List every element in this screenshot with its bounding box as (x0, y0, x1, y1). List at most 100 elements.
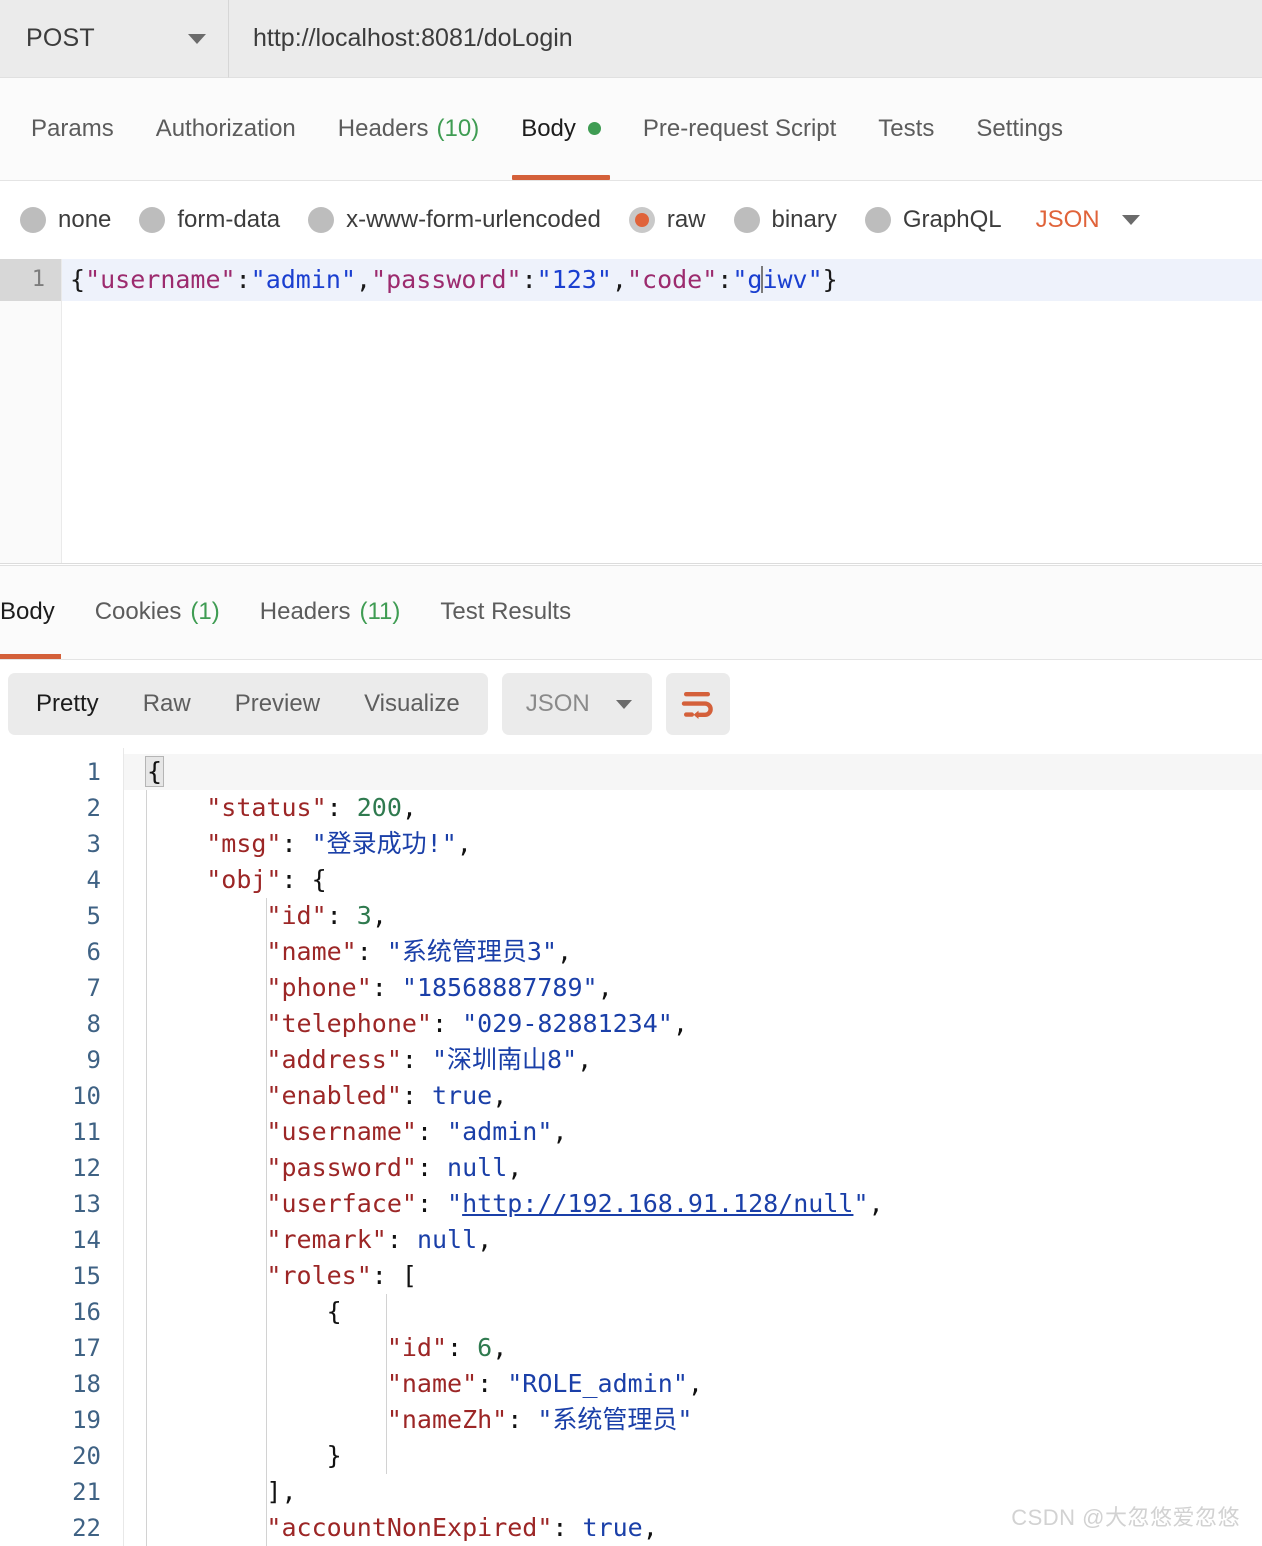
response-line-number: 21 (0, 1474, 123, 1510)
response-body-viewer[interactable]: 12345678910111213141516171819202122 { "s… (0, 748, 1262, 1546)
body-type-x-www-form-urlencoded[interactable]: x-www-form-urlencoded (308, 206, 601, 234)
response-line-number: 15 (0, 1258, 123, 1294)
response-token (146, 1477, 266, 1506)
response-code-area[interactable]: { "status": 200, "msg": "登录成功!", "obj": … (124, 748, 1262, 1546)
response-code-line: } (124, 1438, 1262, 1474)
response-token: "029-82881234" (462, 1009, 673, 1038)
request-tab-authorization[interactable]: Authorization (135, 77, 317, 180)
response-format-label: JSON (526, 690, 590, 718)
response-token: "obj" (206, 865, 281, 894)
response-token: [ (402, 1261, 417, 1290)
url-input-wrapper[interactable]: http://localhost:8081/doLogin (229, 0, 1262, 78)
response-view-visualize[interactable]: Visualize (342, 673, 482, 735)
radio-button-icon[interactable] (629, 207, 655, 233)
response-token: "accountNonExpired" (266, 1513, 552, 1542)
postman-request-response-pane: POST http://localhost:8081/doLogin Param… (0, 0, 1262, 1546)
response-token: "msg" (206, 829, 281, 858)
response-token: , (688, 1369, 703, 1398)
word-wrap-button[interactable] (666, 673, 730, 735)
response-line-number: 22 (0, 1510, 123, 1546)
request-editor-gutter: 1 (0, 259, 62, 563)
chevron-down-icon (616, 700, 632, 709)
url-input[interactable]: http://localhost:8081/doLogin (253, 24, 573, 53)
response-token (146, 1261, 266, 1290)
radio-button-icon[interactable] (308, 207, 334, 233)
response-token: : (372, 973, 402, 1002)
body-type-none[interactable]: none (20, 206, 111, 234)
response-token: , (557, 937, 572, 966)
word-wrap-icon (681, 689, 715, 719)
response-view-preview[interactable]: Preview (213, 673, 342, 735)
response-token: , (643, 1513, 658, 1542)
request-tab-tests[interactable]: Tests (857, 77, 955, 180)
response-token: : (281, 865, 311, 894)
body-type-binary[interactable]: binary (734, 206, 837, 234)
response-token (146, 1153, 266, 1182)
response-tab-headers[interactable]: Headers(11) (240, 564, 421, 659)
response-token (146, 829, 206, 858)
request-tab-headers[interactable]: Headers(10) (317, 77, 500, 180)
response-token: : (327, 901, 357, 930)
body-format-dropdown[interactable]: JSON (1036, 206, 1140, 234)
response-line-number: 16 (0, 1294, 123, 1330)
response-view-pretty[interactable]: Pretty (14, 673, 121, 735)
response-code-line: "userface": "http://192.168.91.128/null"… (124, 1186, 1262, 1222)
radio-button-icon[interactable] (20, 207, 46, 233)
response-token: 6 (477, 1333, 492, 1362)
response-code-line: "name": "系统管理员3", (124, 934, 1262, 970)
response-view-raw[interactable]: Raw (121, 673, 213, 735)
response-token: "enabled" (266, 1081, 401, 1110)
request-token: : (522, 265, 537, 294)
response-code-line: { (124, 1294, 1262, 1330)
request-body-editor[interactable]: 1 {"username":"admin","password":"123","… (0, 259, 1262, 564)
response-tab-body[interactable]: Body (0, 564, 75, 659)
radio-button-icon[interactable] (139, 207, 165, 233)
request-tab-settings[interactable]: Settings (955, 77, 1084, 180)
body-type-raw[interactable]: raw (629, 206, 706, 234)
request-tab-pre-request-script[interactable]: Pre-request Script (622, 77, 857, 180)
response-token (146, 901, 266, 930)
request-editor-code-area[interactable]: {"username":"admin","password":"123","co… (62, 259, 1262, 563)
response-token: , (281, 1477, 296, 1506)
body-type-graphql[interactable]: GraphQL (865, 206, 1002, 234)
response-line-number: 7 (0, 970, 123, 1006)
response-line-number: 2 (0, 790, 123, 826)
response-token (146, 1369, 387, 1398)
response-token: "nameZh" (387, 1405, 507, 1434)
request-token: : (236, 265, 251, 294)
request-body-line[interactable]: {"username":"admin","password":"123","co… (62, 259, 1262, 301)
response-format-dropdown[interactable]: JSON (502, 673, 652, 735)
request-tab-params[interactable]: Params (10, 77, 135, 180)
response-tab-count: (1) (190, 598, 219, 626)
request-token: "password" (371, 265, 522, 294)
request-token: iwv" (762, 265, 822, 294)
response-tab-label: Cookies (95, 598, 182, 626)
body-type-form-data[interactable]: form-data (139, 206, 280, 234)
response-token (146, 865, 206, 894)
response-token (146, 937, 266, 966)
response-token: "登录成功!" (312, 829, 457, 858)
request-tab-body[interactable]: Body (500, 77, 622, 180)
response-token: 200 (357, 793, 402, 822)
radio-button-icon[interactable] (865, 207, 891, 233)
response-token: : (402, 1045, 432, 1074)
request-line-number: 1 (0, 259, 61, 301)
http-method-dropdown[interactable]: POST (0, 0, 229, 78)
body-type-label: none (58, 206, 111, 234)
response-url-link[interactable]: http://192.168.91.128/null (462, 1189, 853, 1218)
response-tab-bar: Body Cookies (1) Headers(11)Test Results (0, 565, 1262, 660)
request-token: : (717, 265, 732, 294)
radio-button-icon[interactable] (734, 207, 760, 233)
response-code-line: "roles": [ (124, 1258, 1262, 1294)
response-token: , (372, 901, 387, 930)
request-token: "123" (537, 265, 612, 294)
response-tab-cookies[interactable]: Cookies (1) (75, 564, 240, 659)
response-token: "系统管理员" (537, 1405, 692, 1434)
response-token: "id" (266, 901, 326, 930)
body-format-label: JSON (1036, 206, 1100, 234)
response-token: , (477, 1225, 492, 1254)
response-code-line: "telephone": "029-82881234", (124, 1006, 1262, 1042)
body-type-label: GraphQL (903, 206, 1002, 234)
url-bar: POST http://localhost:8081/doLogin (0, 0, 1262, 78)
response-tab-test-results[interactable]: Test Results (420, 564, 591, 659)
